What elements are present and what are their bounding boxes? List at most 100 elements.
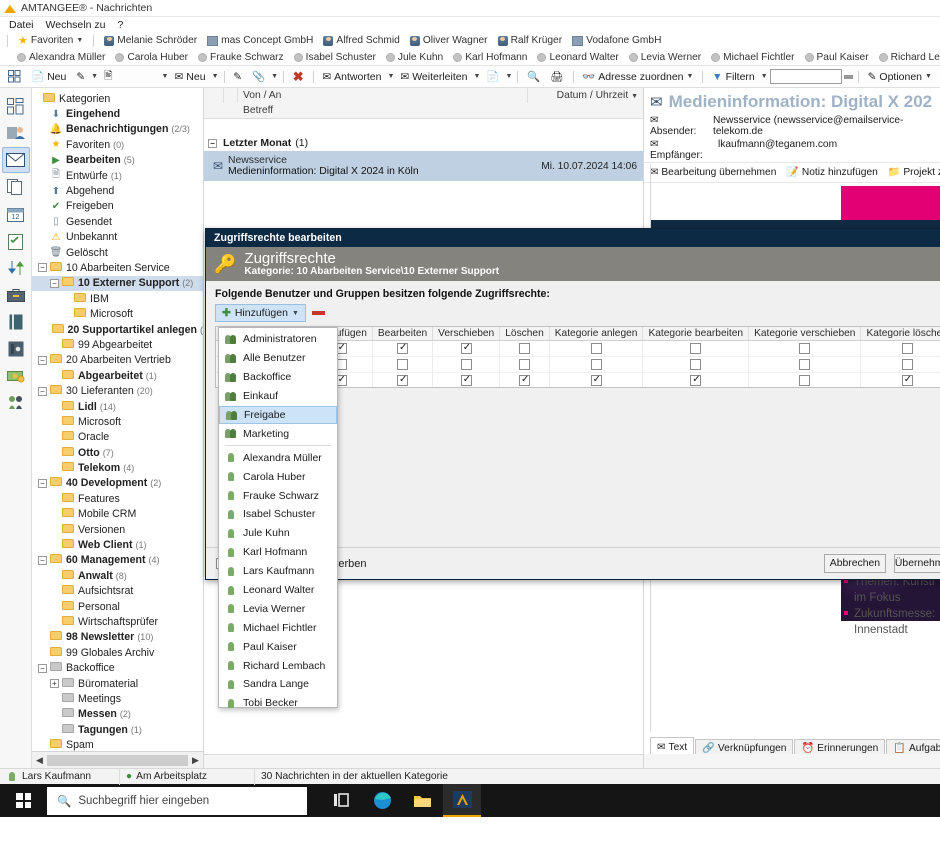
start-button[interactable] bbox=[0, 784, 47, 817]
message-list-item[interactable]: ✉ Newsservice Medieninformation: Digital… bbox=[204, 151, 643, 181]
dropdown-user-isabel-schuster[interactable]: Isabel Schuster bbox=[219, 505, 337, 524]
rights-cell[interactable] bbox=[642, 372, 750, 387]
message-group-header[interactable]: − Letzter Monat (1) bbox=[204, 135, 643, 151]
tree-node-40-development[interactable]: − 40 Development (2) bbox=[32, 476, 203, 491]
new-message-button[interactable]: 📄 Neu bbox=[27, 69, 70, 84]
rail-catalog-icon[interactable] bbox=[2, 309, 30, 335]
favorite-contact[interactable]: Leonard Walter bbox=[534, 52, 621, 63]
tree-node-60-management[interactable]: − 60 Management (4) bbox=[32, 553, 203, 568]
tree-node-b-romaterial[interactable]: + Büromaterial bbox=[32, 676, 203, 691]
apply-button[interactable]: Übernehmen bbox=[893, 554, 940, 573]
tree-node-features[interactable]: Features bbox=[32, 491, 203, 506]
scroll-thumb[interactable] bbox=[47, 754, 188, 766]
column-date[interactable]: Datum / Uhrzeit ▼ bbox=[528, 88, 643, 103]
dropdown-user-michael-fichtler[interactable]: Michael Fichtler bbox=[219, 618, 337, 637]
rights-cell[interactable] bbox=[372, 372, 434, 387]
rights-cell[interactable] bbox=[642, 356, 750, 373]
filter-button[interactable]: ▼ Filtern bbox=[708, 70, 759, 84]
rail-workflow-icon[interactable] bbox=[2, 255, 30, 281]
rights-checkbox[interactable] bbox=[799, 374, 811, 386]
tree-node-entw-rfe[interactable]: 🗎 Entwürfe (1) bbox=[32, 168, 203, 183]
new-mail-button[interactable]: ✉ Neu bbox=[170, 70, 209, 84]
favorite-vodafone[interactable]: Vodafone GmbH bbox=[569, 35, 664, 46]
edit-icon[interactable]: ✎ bbox=[72, 70, 89, 84]
chevron-down-icon[interactable]: ▼ bbox=[271, 73, 278, 80]
rail-tasks-icon[interactable] bbox=[2, 228, 30, 254]
rights-checkbox[interactable] bbox=[397, 342, 409, 354]
tree-node-personal[interactable]: Personal bbox=[32, 599, 203, 614]
tree-node-meetings[interactable]: Meetings bbox=[32, 691, 203, 706]
add-user-dropdown-menu[interactable]: Administratoren Alle Benutzer Backoffice Ei… bbox=[218, 327, 338, 709]
reading-pane-scrollbar[interactable] bbox=[644, 754, 940, 768]
collapse-icon[interactable]: − bbox=[50, 278, 59, 288]
tree-node-microsoft[interactable]: Microsoft bbox=[32, 414, 203, 429]
rights-cell[interactable] bbox=[499, 340, 550, 357]
rights-column-header[interactable]: Kategorie löschen bbox=[860, 327, 940, 341]
taskbar-search[interactable]: 🔍 Suchbegriff hier eingeben bbox=[47, 786, 307, 815]
rights-cell[interactable] bbox=[549, 356, 644, 373]
menu-item-wechseln-zu[interactable]: Wechseln zu bbox=[46, 19, 106, 31]
menu-item-datei[interactable]: Datei bbox=[9, 19, 34, 31]
rights-checkbox[interactable] bbox=[590, 358, 602, 370]
layout-icon[interactable] bbox=[4, 69, 25, 84]
rights-checkbox[interactable] bbox=[460, 374, 472, 386]
rights-checkbox[interactable] bbox=[799, 358, 811, 370]
rights-checkbox[interactable] bbox=[397, 374, 409, 386]
tree-node-tagungen[interactable]: Tagungen (1) bbox=[32, 722, 203, 737]
dropdown-group-einkauf[interactable]: Einkauf bbox=[219, 387, 337, 406]
collapse-icon[interactable]: − bbox=[38, 555, 47, 565]
edge-icon[interactable] bbox=[363, 784, 401, 817]
rail-dashboard-icon[interactable] bbox=[2, 93, 30, 119]
tree-node-wirtschaftspr-fer[interactable]: Wirtschaftsprüfer bbox=[32, 614, 203, 629]
delete-button[interactable]: ✖ bbox=[289, 68, 308, 86]
rights-cell[interactable] bbox=[372, 340, 434, 357]
dropdown-user-frauke-schwarz[interactable]: Frauke Schwarz bbox=[219, 486, 337, 505]
chevron-down-icon[interactable]: ▼ bbox=[473, 73, 480, 80]
scroll-right-icon[interactable]: ▶ bbox=[190, 755, 201, 766]
favorite-contact[interactable]: Frauke Schwarz bbox=[195, 52, 287, 63]
tree-node-abgearbeitet[interactable]: Abgearbeitet (1) bbox=[32, 368, 203, 383]
collapse-icon[interactable]: − bbox=[38, 386, 47, 396]
dropdown-group-backoffice[interactable]: Backoffice bbox=[219, 368, 337, 387]
tree-node-anwalt[interactable]: Anwalt (8) bbox=[32, 568, 203, 583]
tree-node-gel-scht[interactable]: 🗑 Gelöscht bbox=[32, 245, 203, 260]
rail-mail-icon[interactable] bbox=[1, 147, 30, 173]
tree-node-abgehend[interactable]: ⬆ Abgehend bbox=[32, 183, 203, 198]
rights-column-header[interactable]: Kategorie verschieben bbox=[748, 327, 862, 341]
rights-checkbox[interactable] bbox=[460, 358, 472, 370]
dropdown-user-tobi-becker[interactable]: Tobi Becker bbox=[219, 694, 337, 713]
tree-node-microsoft[interactable]: Microsoft bbox=[32, 306, 203, 321]
collapse-icon[interactable]: − bbox=[38, 478, 47, 488]
cancel-button[interactable]: Abbrechen bbox=[823, 554, 886, 573]
rail-archive-icon[interactable] bbox=[2, 336, 30, 362]
tree-node-aufsichtsrat[interactable]: Aufsichtsrat bbox=[32, 584, 203, 599]
rights-cell[interactable] bbox=[549, 372, 644, 387]
tree-node-20-supportartikel-anlegen[interactable]: 20 Supportartikel anlegen( bbox=[32, 322, 203, 337]
tree-node-spam[interactable]: Spam bbox=[32, 737, 203, 751]
tree-node-99-globales-archiv[interactable]: 99 Globales Archiv bbox=[32, 645, 203, 660]
dropdown-user-sandra-lange[interactable]: Sandra Lange bbox=[219, 675, 337, 694]
chevron-down-icon[interactable]: ▼ bbox=[505, 73, 512, 80]
forward-button[interactable]: ✉ Weiterleiten bbox=[396, 70, 471, 84]
rights-checkbox[interactable] bbox=[460, 342, 472, 354]
rail-contacts-icon[interactable] bbox=[2, 120, 30, 146]
dropdown-group-alle-benutzer[interactable]: Alle Benutzer bbox=[219, 349, 337, 368]
favorite-contact[interactable]: Levia Werner bbox=[626, 52, 704, 63]
copy-icon[interactable]: 📄 bbox=[482, 69, 503, 84]
favorite-contact[interactable]: Richard Lembach bbox=[876, 52, 940, 63]
rail-finance-icon[interactable] bbox=[2, 363, 30, 389]
rail-projects-icon[interactable] bbox=[2, 282, 30, 308]
tree-horizontal-scrollbar[interactable]: ◀ ▶ bbox=[32, 751, 203, 768]
rights-cell[interactable] bbox=[372, 356, 434, 373]
scroll-left-icon[interactable]: ◀ bbox=[34, 755, 45, 766]
rights-checkbox[interactable] bbox=[519, 374, 530, 386]
tree-node-unbekannt[interactable]: ⚠ Unbekannt bbox=[32, 230, 203, 245]
dropdown-user-jule-kuhn[interactable]: Jule Kuhn bbox=[219, 524, 337, 543]
add-button[interactable]: ✚ Hinzufügen ▼ bbox=[215, 304, 306, 322]
chevron-down-icon[interactable]: ▼ bbox=[212, 73, 219, 80]
rights-cell[interactable] bbox=[499, 372, 550, 387]
tree-node-10-abarbeiten-service[interactable]: − 10 Abarbeiten Service bbox=[32, 260, 203, 275]
task-view-icon[interactable] bbox=[323, 784, 361, 817]
search-icon[interactable]: 🔍 bbox=[523, 69, 544, 84]
tree-node-benachrichtigungen[interactable]: 🔔 Benachrichtigungen (2/3) bbox=[32, 122, 203, 137]
